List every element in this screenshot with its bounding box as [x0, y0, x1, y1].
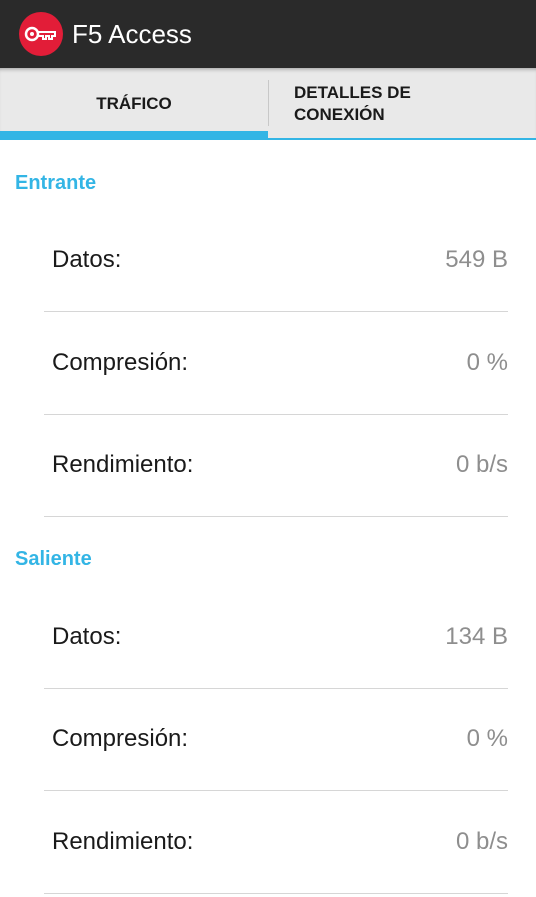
row-label: Compresión:	[52, 349, 189, 376]
list-item-incoming-compression: Compresión: 0 %	[44, 313, 508, 415]
row-label: Datos:	[52, 246, 122, 273]
row-value: 549 B	[445, 246, 508, 273]
tab-connection-details[interactable]: DETALLES DE CONEXIÓN	[270, 68, 536, 140]
list-item-outgoing-throughput: Rendimiento: 0 b/s	[44, 792, 508, 894]
row-label: Compresión:	[52, 725, 189, 752]
list-item-incoming-throughput: Rendimiento: 0 b/s	[44, 415, 508, 517]
tab-divider	[268, 80, 269, 126]
row-value: 0 b/s	[455, 451, 508, 478]
tab-underline	[268, 138, 536, 140]
row-label: Datos:	[52, 623, 122, 650]
section-header-incoming: Entrante	[15, 172, 97, 194]
section-header-outgoing: Saliente	[15, 548, 92, 570]
row-value: 134 B	[445, 623, 508, 650]
list-item-outgoing-compression: Compresión: 0 %	[44, 689, 508, 791]
row-value: 0 %	[466, 725, 508, 752]
tab-traffic[interactable]: TRÁFICO	[0, 68, 268, 140]
row-value: 0 %	[466, 349, 508, 376]
tab-bar: TRÁFICO DETALLES DE CONEXIÓN	[0, 68, 536, 140]
selected-tab-indicator	[0, 131, 268, 140]
row-label: Rendimiento:	[52, 451, 194, 478]
tab-connection-details-label: DETALLES DE CONEXIÓN	[294, 83, 411, 124]
list-item-outgoing-data: Datos: 134 B	[44, 587, 508, 689]
f5-key-logo-icon	[19, 12, 63, 56]
app-bar: F5 Access	[0, 0, 536, 68]
row-label: Rendimiento:	[52, 828, 194, 855]
list-item-incoming-data: Datos: 549 B	[44, 210, 508, 312]
row-value: 0 b/s	[455, 828, 508, 855]
app-title: F5 Access	[72, 19, 192, 49]
